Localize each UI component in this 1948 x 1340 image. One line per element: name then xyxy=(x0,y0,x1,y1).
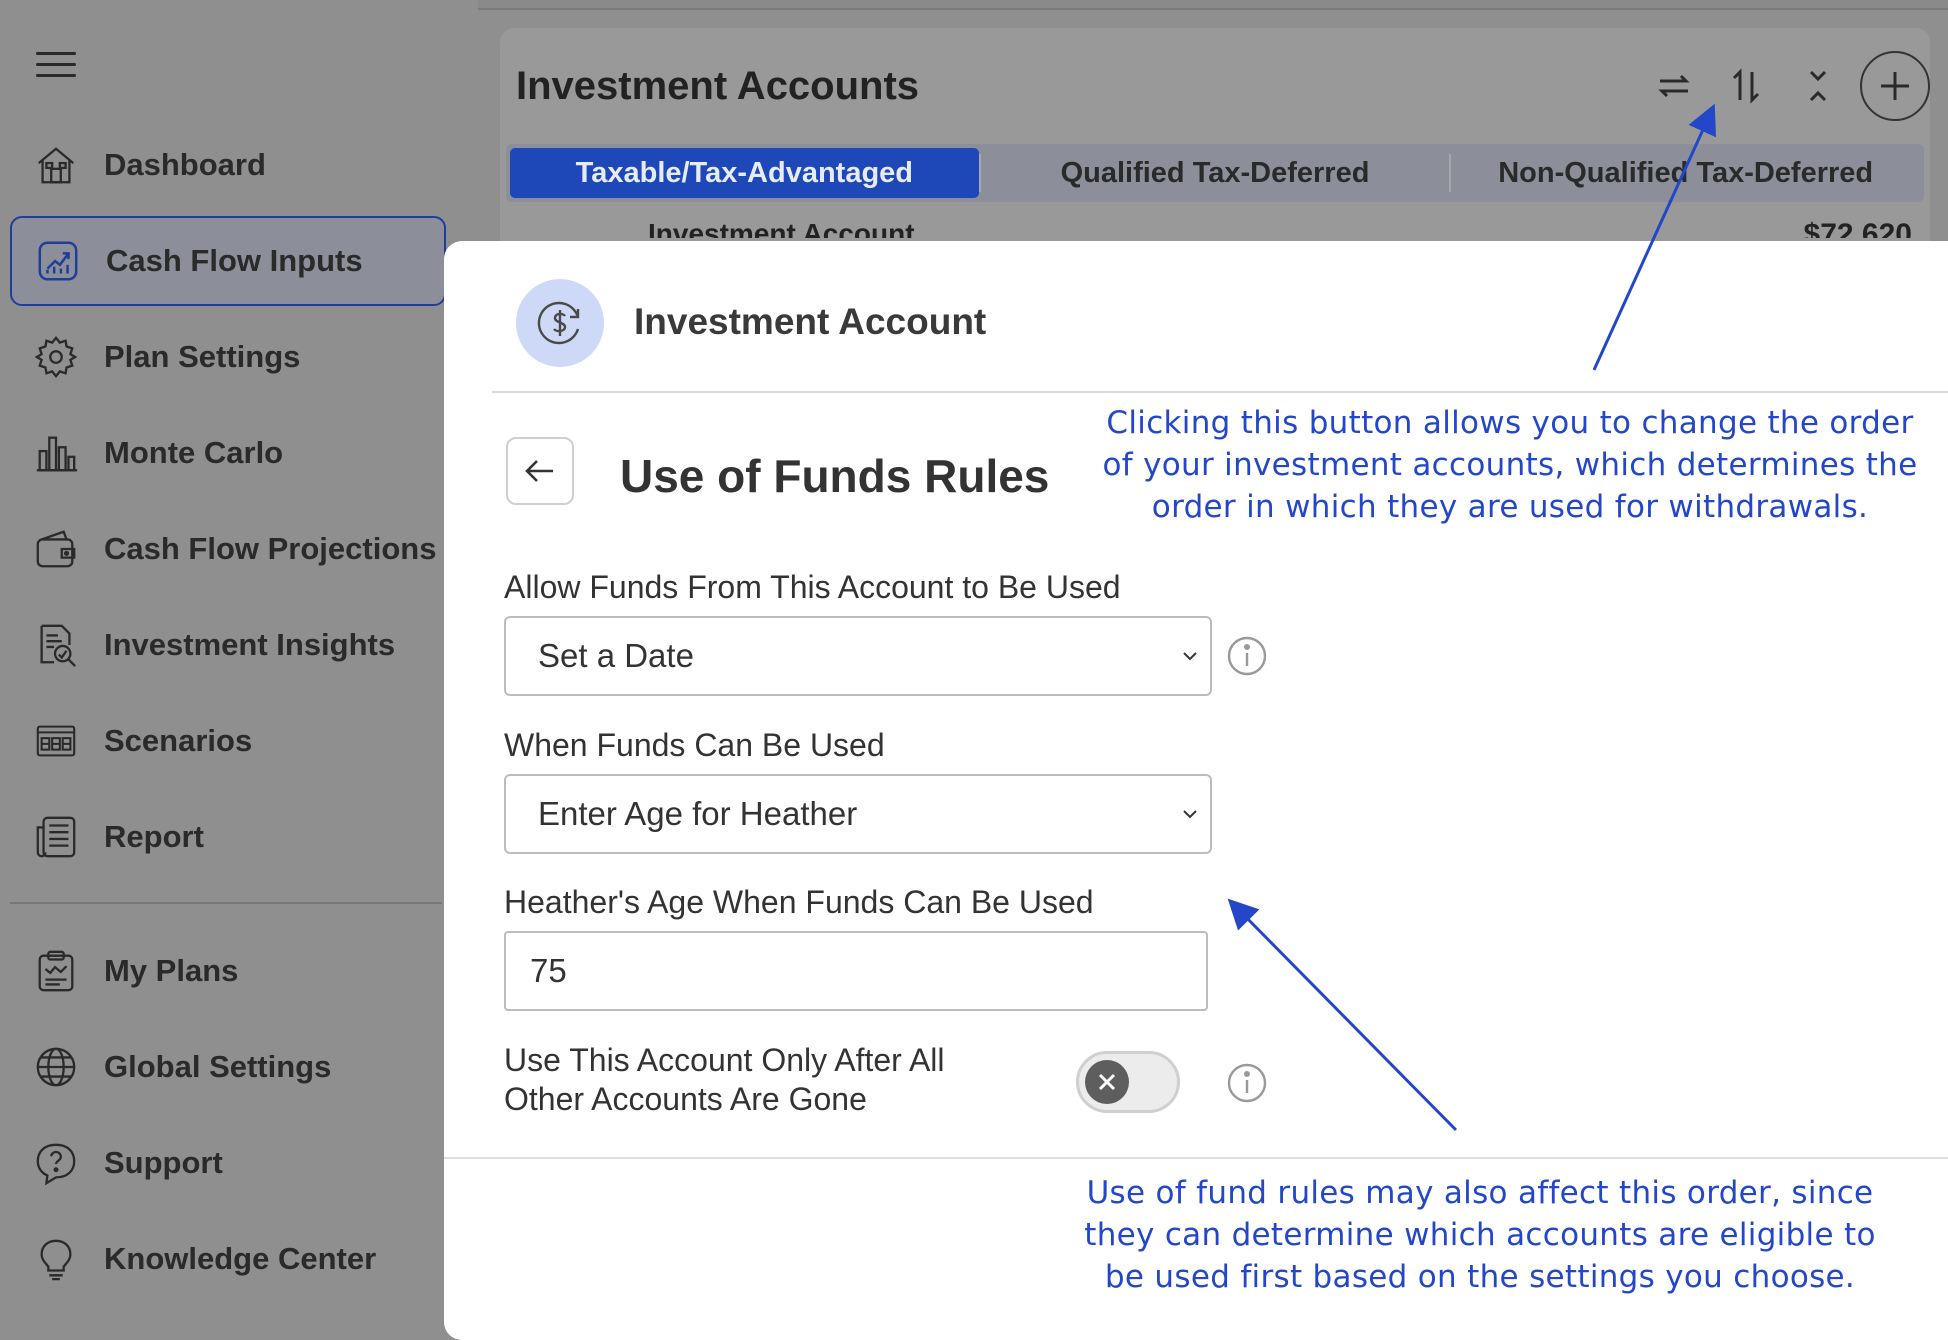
toggle-knob xyxy=(1085,1060,1129,1104)
when-funds-value: Enter Age for Heather xyxy=(538,795,858,832)
sidebar-item-label: My Plans xyxy=(104,953,239,988)
reorder-button[interactable] xyxy=(1710,50,1782,122)
sidebar: Dashboard Cash Flow Inputs Plan Settings… xyxy=(0,0,478,1340)
bar-chart-icon xyxy=(30,427,82,479)
globe-icon xyxy=(30,1041,82,1093)
collapse-button[interactable] xyxy=(1782,50,1854,122)
allow-funds-select[interactable]: Set a Date xyxy=(504,616,1212,696)
home-icon xyxy=(30,139,82,191)
age-input[interactable] xyxy=(504,931,1208,1011)
sidebar-item-label: Global Settings xyxy=(104,1049,332,1084)
sidebar-item-label: Knowledge Center xyxy=(104,1241,377,1276)
sidebar-item-support[interactable]: Support xyxy=(10,1118,446,1208)
info-icon[interactable] xyxy=(1226,635,1268,677)
sort-up-down-icon xyxy=(1732,68,1760,104)
document-search-icon xyxy=(30,619,82,671)
when-funds-select[interactable]: Enter Age for Heather xyxy=(504,774,1212,854)
gear-icon xyxy=(30,331,82,383)
sidebar-item-label: Investment Insights xyxy=(104,627,396,662)
chevron-down-icon xyxy=(1183,810,1197,819)
sidebar-item-dashboard[interactable]: Dashboard xyxy=(10,120,446,210)
back-button[interactable] xyxy=(506,437,574,505)
report-icon xyxy=(30,811,82,863)
collapse-icon xyxy=(1809,70,1827,102)
modal-title: Investment Account xyxy=(634,301,987,342)
swap-button[interactable] xyxy=(1638,50,1710,122)
sidebar-item-investment-insights[interactable]: Investment Insights xyxy=(10,600,446,690)
header-divider xyxy=(492,391,1948,393)
sidebar-item-label: Monte Carlo xyxy=(104,435,284,470)
scenarios-icon xyxy=(30,715,82,767)
top-bar xyxy=(478,0,1948,10)
tab-non-qualified-tax-deferred[interactable]: Non-Qualified Tax-Deferred xyxy=(1451,148,1920,198)
chevron-down-icon xyxy=(1183,652,1197,661)
age-field-label: Heather's Age When Funds Can Be Used xyxy=(504,884,1094,920)
panel-title: Investment Accounts xyxy=(516,64,920,108)
sidebar-item-label: Cash Flow Inputs xyxy=(106,243,363,278)
sidebar-item-label: Report xyxy=(104,819,204,854)
lightbulb-icon xyxy=(30,1233,82,1285)
sidebar-item-cash-flow-inputs[interactable]: Cash Flow Inputs xyxy=(10,216,446,306)
sidebar-item-report[interactable]: Report xyxy=(10,792,446,882)
info-icon[interactable] xyxy=(1226,1062,1268,1104)
arrow-left-icon xyxy=(525,460,553,482)
tab-qualified-tax-deferred[interactable]: Qualified Tax-Deferred xyxy=(981,148,1450,198)
investment-accounts-panel: Investment Accounts Taxable/Tax-Advantag… xyxy=(500,28,1930,268)
plus-icon xyxy=(1881,72,1909,100)
swap-horizontal-icon xyxy=(1658,74,1690,98)
sidebar-item-global-settings[interactable]: Global Settings xyxy=(10,1022,446,1112)
footer-divider xyxy=(444,1157,1948,1159)
allow-funds-value: Set a Date xyxy=(538,637,694,674)
tab-taxable[interactable]: Taxable/Tax-Advantaged xyxy=(510,148,979,198)
sidebar-item-label: Dashboard xyxy=(104,147,266,182)
sidebar-divider xyxy=(10,902,442,904)
annotation-reorder-note: Clicking this button allows you to chang… xyxy=(1102,405,1918,525)
wallet-icon xyxy=(30,523,82,575)
hamburger-menu-icon[interactable] xyxy=(36,52,76,78)
modal-header: Investment Account xyxy=(444,241,1948,393)
sidebar-item-my-plans[interactable]: My Plans xyxy=(10,926,446,1016)
sidebar-item-scenarios[interactable]: Scenarios xyxy=(10,696,446,786)
sidebar-item-knowledge-center[interactable]: Knowledge Center xyxy=(10,1214,446,1304)
allow-funds-label: Allow Funds From This Account to Be Used xyxy=(504,569,1121,605)
sidebar-item-label: Plan Settings xyxy=(104,339,301,374)
sidebar-item-label: Cash Flow Projections xyxy=(104,531,437,566)
panel-actions xyxy=(1638,50,1930,122)
when-funds-label: When Funds Can Be Used xyxy=(504,727,885,763)
help-bubble-icon xyxy=(30,1137,82,1189)
clipboard-icon xyxy=(30,945,82,997)
account-row-value: $72,620 xyxy=(1803,218,1912,238)
last-resort-toggle[interactable] xyxy=(1076,1051,1180,1113)
add-account-button[interactable] xyxy=(1860,51,1930,121)
sidebar-item-plan-settings[interactable]: Plan Settings xyxy=(10,312,446,402)
account-avatar xyxy=(516,279,604,367)
chart-up-icon xyxy=(32,235,84,287)
section-title: Use of Funds Rules xyxy=(620,450,1050,502)
sidebar-item-monte-carlo[interactable]: Monte Carlo xyxy=(10,408,446,498)
account-row-label: Investment Account xyxy=(648,218,915,238)
close-icon xyxy=(1098,1073,1116,1091)
sidebar-item-cash-flow-projections[interactable]: Cash Flow Projections xyxy=(10,504,446,594)
sidebar-item-label: Support xyxy=(104,1145,223,1180)
account-type-tabs: Taxable/Tax-Advantaged Qualified Tax-Def… xyxy=(506,144,1924,202)
toggle-label: Use This Account Only After All Other Ac… xyxy=(504,1042,945,1117)
sidebar-item-label: Scenarios xyxy=(104,723,253,758)
dollar-cycle-icon xyxy=(537,301,580,345)
annotation-rules-note: Use of fund rules may also affect this o… xyxy=(1084,1175,1876,1295)
